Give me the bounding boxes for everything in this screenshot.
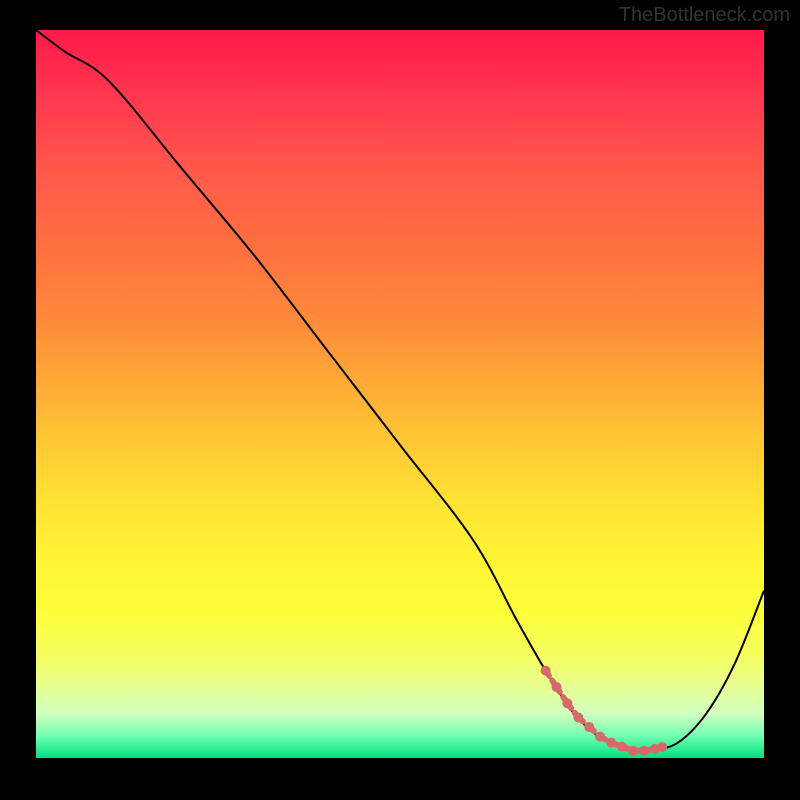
highlight-dot [628, 746, 638, 756]
plot-area [36, 30, 764, 758]
highlight-dot [584, 722, 594, 732]
highlight-group [541, 666, 667, 756]
chart-svg [36, 30, 764, 758]
highlight-dot [595, 732, 605, 742]
highlight-dot [562, 698, 572, 708]
highlight-dot [657, 742, 667, 752]
highlight-dot [617, 742, 627, 752]
highlight-dot [639, 746, 649, 756]
highlight-dot [552, 682, 562, 692]
highlight-dot [573, 713, 583, 723]
bottleneck-curve [36, 30, 764, 752]
watermark-text: TheBottleneck.com [619, 4, 790, 27]
highlight-dot [606, 738, 616, 748]
highlight-dot [541, 666, 551, 676]
